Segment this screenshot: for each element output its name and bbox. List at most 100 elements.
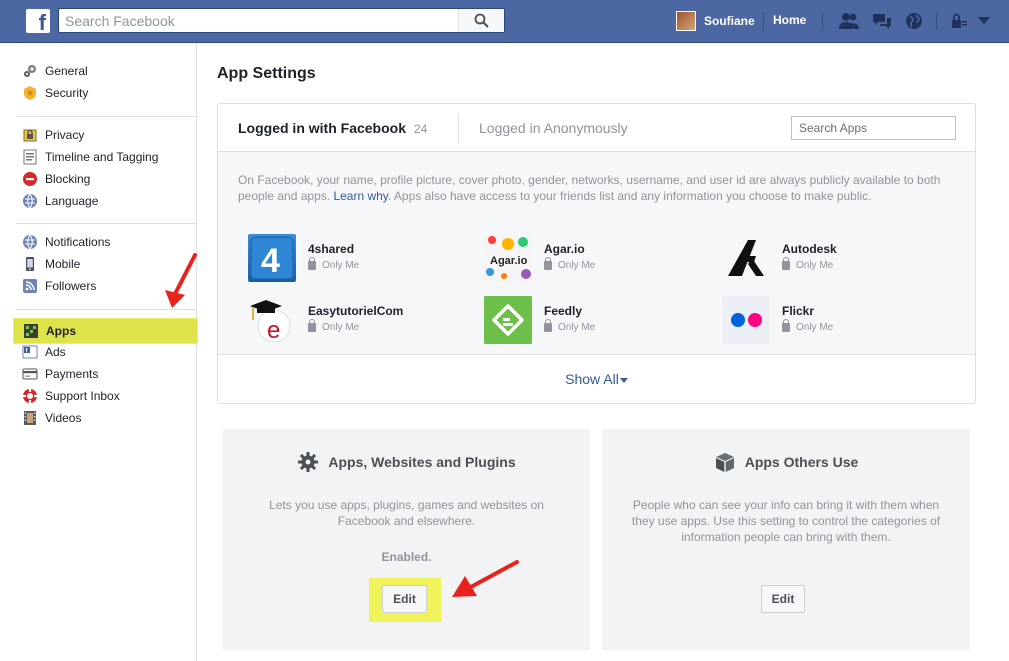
panel-title-text: Apps Others Use — [744, 454, 859, 470]
avatar — [676, 11, 696, 31]
app-item-easytutorielcom[interactable]: e EasytutorielCom Only Me — [248, 296, 468, 344]
sidebar-item-label: Videos — [45, 411, 82, 425]
app-name: Agar.io — [544, 242, 585, 256]
easytutoriel-logo-icon: e — [248, 296, 296, 344]
tab-logged-in-anonymously[interactable]: Logged in Anonymously — [479, 120, 628, 136]
mobile-icon — [26, 257, 34, 271]
sidebar-item-videos[interactable]: Videos — [16, 407, 196, 429]
settings-sidebar: General Security Privacy Timeline and Ta… — [0, 43, 198, 661]
sidebar-item-label: General — [45, 64, 88, 78]
4shared-logo-icon: 4 — [248, 234, 296, 282]
edit-apps-others-use-button[interactable]: Edit — [761, 585, 805, 613]
search-input[interactable] — [59, 9, 459, 32]
sidebar-group: General Security — [16, 60, 196, 104]
panel-title: Apps, Websites and Plugins — [223, 451, 590, 473]
svg-text:4: 4 — [261, 242, 280, 280]
app-item-4shared[interactable]: 4 4shared Only Me — [248, 234, 468, 282]
sidebar-item-security[interactable]: Security — [16, 82, 196, 104]
facebook-logo[interactable]: f — [26, 9, 50, 33]
search-apps-input[interactable] — [792, 117, 952, 139]
user-name: Soufiane — [704, 14, 755, 28]
app-name: 4shared — [308, 242, 355, 256]
notice-text-end: . Apps also have access to your friends … — [387, 189, 872, 203]
privacy-shortcuts-icon[interactable] — [948, 11, 970, 31]
annotation-arrow-icon — [165, 253, 197, 308]
search-apps-box — [791, 116, 956, 140]
search-button[interactable] — [458, 9, 504, 32]
home-link[interactable]: Home — [773, 13, 806, 27]
privacy-label: Only Me — [796, 260, 834, 271]
apps-others-use-panel: Apps Others Use People who can see your … — [602, 429, 970, 650]
sidebar-item-label: Payments — [45, 367, 99, 381]
nav-divider — [822, 12, 823, 30]
sidebar-item-notifications[interactable]: Notifications — [16, 231, 196, 253]
globe-icon — [23, 234, 37, 250]
tab-logged-in-with-facebook[interactable]: Logged in with Facebook 24 — [238, 120, 427, 136]
flickr-logo-icon — [722, 296, 770, 344]
globe-icon — [23, 193, 37, 209]
app-privacy: Only Me — [782, 257, 837, 271]
tab-label: Logged in with Facebook — [238, 120, 406, 136]
privacy-label: Only Me — [558, 322, 596, 333]
profile-link[interactable]: Soufiane — [676, 10, 755, 32]
sidebar-item-label: Blocking — [45, 172, 91, 186]
sidebar-item-payments[interactable]: Payments — [16, 363, 196, 385]
app-name: EasytutorielCom — [308, 304, 404, 318]
sidebar-item-label: Notifications — [45, 235, 111, 249]
privacy-label: Only Me — [558, 260, 596, 271]
notifications-globe-icon[interactable] — [903, 11, 925, 31]
app-privacy: Only Me — [782, 319, 834, 333]
sidebar-item-timeline-and-tagging[interactable]: Timeline and Tagging — [16, 146, 196, 168]
box-icon — [715, 453, 734, 472]
sidebar-item-label: Privacy — [45, 128, 85, 142]
app-item-autodesk[interactable]: Autodesk Only Me — [722, 234, 942, 282]
blocking-icon — [23, 172, 37, 186]
sidebar-item-support-inbox[interactable]: Support Inbox — [16, 385, 196, 407]
nav-divider — [763, 12, 764, 30]
app-item-flickr[interactable]: Flickr Only Me — [722, 296, 942, 344]
sidebar-item-label: Ads — [45, 345, 66, 359]
gear-icon — [298, 452, 319, 472]
credit-card-icon — [22, 368, 38, 380]
messages-icon[interactable] — [871, 11, 893, 31]
panel-status: Enabled. — [381, 550, 432, 564]
lock-icon — [544, 257, 552, 270]
top-navigation-bar: f Soufiane Home — [0, 0, 1009, 43]
gears-icon — [24, 65, 36, 77]
agar-io-logo-icon: Agar.io — [484, 234, 532, 282]
svg-text:e: e — [267, 317, 280, 344]
app-item-agar-io[interactable]: Agar.io Agar.io Only Me — [484, 234, 704, 282]
edit-apps-websites-plugins-button[interactable]: Edit — [382, 585, 427, 613]
lock-icon — [308, 257, 316, 270]
rss-icon — [23, 279, 37, 293]
tab-divider — [458, 114, 459, 144]
chevron-down-icon[interactable] — [973, 11, 995, 31]
learn-why-link[interactable]: Learn why — [333, 189, 387, 203]
sidebar-item-general[interactable]: General — [16, 60, 196, 82]
search-icon — [474, 13, 489, 28]
app-item-feedly[interactable]: Feedly Only Me — [484, 296, 704, 344]
sidebar-item-language[interactable]: Language — [16, 190, 196, 212]
sidebar-item-label: Support Inbox — [45, 389, 120, 403]
app-tabs: Logged in with Facebook 24 Logged in Anon… — [218, 104, 975, 152]
sidebar-item-ads[interactable]: f Ads — [16, 341, 196, 363]
sidebar-divider — [16, 223, 196, 224]
sidebar-item-blocking[interactable]: Blocking — [16, 168, 196, 190]
svg-text:Agar.io: Agar.io — [490, 255, 528, 267]
page-title: App Settings — [217, 65, 316, 82]
lock-icon — [544, 319, 552, 332]
friend-requests-icon[interactable] — [838, 11, 860, 31]
app-privacy: Only Me — [308, 257, 359, 271]
app-name: Autodesk — [782, 242, 837, 256]
privacy-label: Only Me — [796, 322, 834, 333]
apps-card: Logged in with Facebook 24 Logged in Anon… — [217, 103, 976, 404]
apps-websites-plugins-panel: Apps, Websites and Plugins Lets you use … — [223, 429, 590, 650]
show-all-link[interactable]: Show All — [218, 355, 975, 403]
lock-icon — [308, 319, 316, 332]
app-name: Flickr — [782, 304, 815, 318]
annotation-arrow-icon — [452, 560, 519, 597]
apps-list: On Facebook, your name, profile picture,… — [218, 152, 975, 355]
sidebar-item-privacy[interactable]: Privacy — [16, 124, 196, 146]
privacy-label: Only Me — [322, 322, 360, 333]
sidebar-divider — [16, 116, 196, 117]
